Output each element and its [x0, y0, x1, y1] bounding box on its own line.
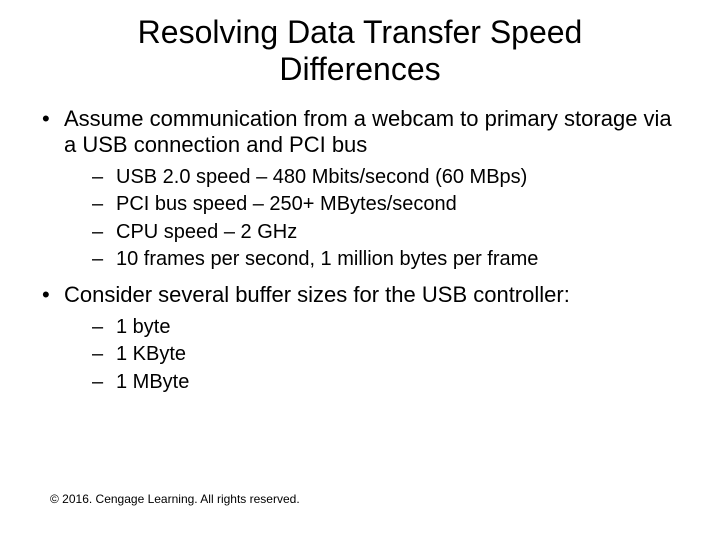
sub-bullet-text: 1 MByte — [116, 371, 189, 393]
bullet-text: Assume communication from a webcam to pr… — [64, 106, 672, 157]
bullet-text: Consider several buffer sizes for the US… — [64, 282, 570, 307]
list-item: 10 frames per second, 1 million bytes pe… — [92, 248, 684, 272]
slide-body: Assume communication from a webcam to pr… — [0, 88, 720, 395]
bullet-list: Assume communication from a webcam to pr… — [36, 106, 684, 395]
slide-title: Resolving Data Transfer Speed Difference… — [0, 0, 720, 88]
copyright-footer: © 2016. Cengage Learning. All rights res… — [50, 492, 300, 506]
list-item: Consider several buffer sizes for the US… — [36, 282, 684, 395]
list-item: CPU speed – 2 GHz — [92, 221, 684, 245]
slide: Resolving Data Transfer Speed Difference… — [0, 0, 720, 540]
list-item: 1 byte — [92, 316, 684, 340]
title-line-1: Resolving Data Transfer Speed — [138, 14, 583, 50]
sub-list: USB 2.0 speed – 480 Mbits/second (60 MBp… — [64, 166, 684, 272]
sub-bullet-text: CPU speed – 2 GHz — [116, 221, 297, 243]
list-item: 1 MByte — [92, 371, 684, 395]
sub-bullet-text: 10 frames per second, 1 million bytes pe… — [116, 248, 538, 270]
sub-bullet-text: 1 byte — [116, 316, 170, 338]
list-item: USB 2.0 speed – 480 Mbits/second (60 MBp… — [92, 166, 684, 190]
list-item: PCI bus speed – 250+ MBytes/second — [92, 193, 684, 217]
title-line-2: Differences — [279, 51, 440, 87]
list-item: 1 KByte — [92, 343, 684, 367]
sub-bullet-text: USB 2.0 speed – 480 Mbits/second (60 MBp… — [116, 166, 527, 188]
sub-bullet-text: PCI bus speed – 250+ MBytes/second — [116, 193, 457, 215]
list-item: Assume communication from a webcam to pr… — [36, 106, 684, 272]
sub-list: 1 byte 1 KByte 1 MByte — [64, 316, 684, 395]
sub-bullet-text: 1 KByte — [116, 343, 186, 365]
